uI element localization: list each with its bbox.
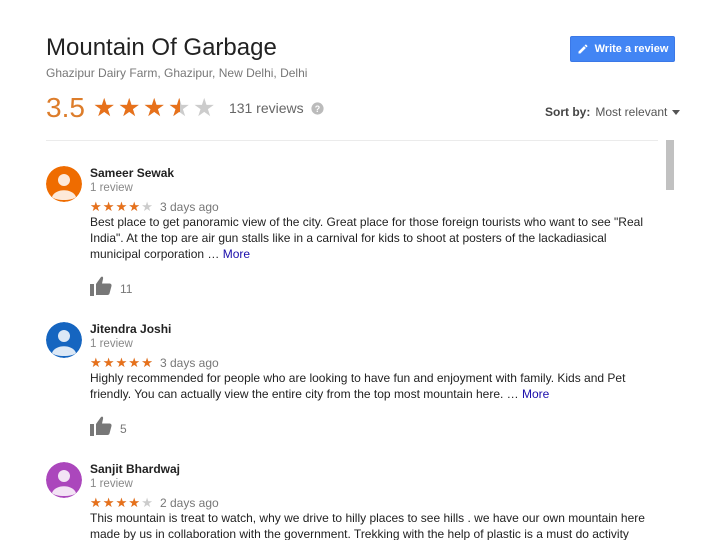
review-count[interactable]: 131 reviews — [229, 100, 304, 116]
star-icon: ★★ — [192, 93, 216, 122]
star-icon: ★★ — [90, 355, 102, 370]
rating-summary: 3.5 ★★★★★★★★★★ 131 reviews ? — [46, 92, 324, 124]
place-title: Mountain Of Garbage — [46, 34, 277, 61]
star-icon: ★★ — [115, 495, 128, 510]
write-review-button[interactable]: Write a review — [570, 36, 675, 62]
person-icon — [46, 166, 82, 202]
avatar[interactable] — [46, 462, 82, 498]
reviewer-name[interactable]: Sameer Sewak — [90, 166, 174, 180]
reviewer-review-count: 1 review — [90, 338, 133, 350]
star-icon: ★★ — [117, 93, 141, 122]
star-icon: ★★ — [90, 199, 102, 214]
reviewer-name[interactable]: Jitendra Joshi — [90, 322, 171, 336]
avatar[interactable] — [46, 322, 82, 358]
star-icon: ★★ — [141, 355, 153, 370]
person-icon — [46, 462, 82, 498]
star-icon: ★★ — [102, 355, 115, 370]
star-icon: ★★ — [128, 355, 141, 370]
star-icon: ★★ — [102, 495, 115, 510]
header-divider — [46, 140, 658, 141]
sort-label: Sort by: — [545, 105, 591, 119]
sort-control[interactable]: Sort by: Most relevant — [545, 105, 681, 119]
place-address: Ghazipur Dairy Farm, Ghazipur, New Delhi… — [46, 66, 308, 80]
write-review-label: Write a review — [594, 43, 669, 55]
thumbs-up-icon[interactable] — [90, 416, 112, 441]
reviewer-name[interactable]: Sanjit Bhardwaj — [90, 462, 180, 476]
star-icon: ★★ — [141, 199, 153, 214]
star-icon: ★★ — [128, 199, 141, 214]
review-item: Sanjit Bhardwaj 1 review ★★★★★★★★★★ 2 da… — [46, 462, 656, 540]
help-icon[interactable]: ? — [311, 101, 324, 115]
star-icon: ★★ — [142, 93, 166, 122]
review-text-body: This mountain is treat to watch, why we … — [90, 511, 645, 540]
like-count: 11 — [120, 281, 133, 296]
review-item: Sameer Sewak 1 review ★★★★★★★★★★ 3 days … — [46, 166, 656, 296]
star-icon: ★★ — [102, 199, 115, 214]
star-icon: ★★ — [115, 199, 128, 214]
star-icon: ★★ — [128, 495, 141, 510]
review-text: Best place to get panoramic view of the … — [90, 214, 660, 262]
pencil-icon — [578, 44, 588, 54]
star-icon: ★★ — [90, 495, 102, 510]
reviewer-review-count: 1 review — [90, 182, 133, 194]
star-icon: ★★ — [141, 495, 153, 510]
scrollbar-track[interactable] — [664, 140, 676, 540]
star-icon: ★★ — [167, 93, 191, 122]
person-icon — [46, 322, 82, 358]
like-row: 5 — [90, 416, 127, 441]
more-link[interactable]: More — [223, 247, 250, 261]
more-link[interactable]: More — [522, 387, 549, 401]
review-date: 3 days ago — [159, 356, 219, 370]
scrollbar-thumb[interactable] — [666, 140, 674, 190]
like-count: 5 — [120, 421, 127, 436]
star-icon: ★★ — [92, 93, 116, 122]
review-text: This mountain is treat to watch, why we … — [90, 510, 656, 540]
thumbs-up-icon[interactable] — [90, 276, 112, 301]
review-text: Highly recommended for people who are lo… — [90, 370, 660, 402]
reviewer-review-count: 1 review — [90, 478, 133, 490]
svg-text:?: ? — [314, 103, 319, 113]
rating-value: 3.5 — [46, 92, 85, 123]
star-icon: ★★ — [115, 355, 128, 370]
like-row: 11 — [90, 276, 132, 301]
review-date: 3 days ago — [159, 200, 219, 214]
review-item: Jitendra Joshi 1 review ★ ★ ★ ★ ★ ★ ★ ★ ★ ★ 3 day… — [46, 322, 656, 442]
review-date: 2 days ago — [159, 496, 219, 510]
caret-down-icon[interactable] — [672, 109, 681, 115]
sort-dropdown[interactable]: Most relevant — [595, 105, 667, 119]
avatar[interactable] — [46, 166, 82, 202]
summary-stars: ★★★★★★★★★★ — [92, 93, 218, 122]
review-text-body: Best place to get panoramic view of the … — [90, 215, 643, 261]
